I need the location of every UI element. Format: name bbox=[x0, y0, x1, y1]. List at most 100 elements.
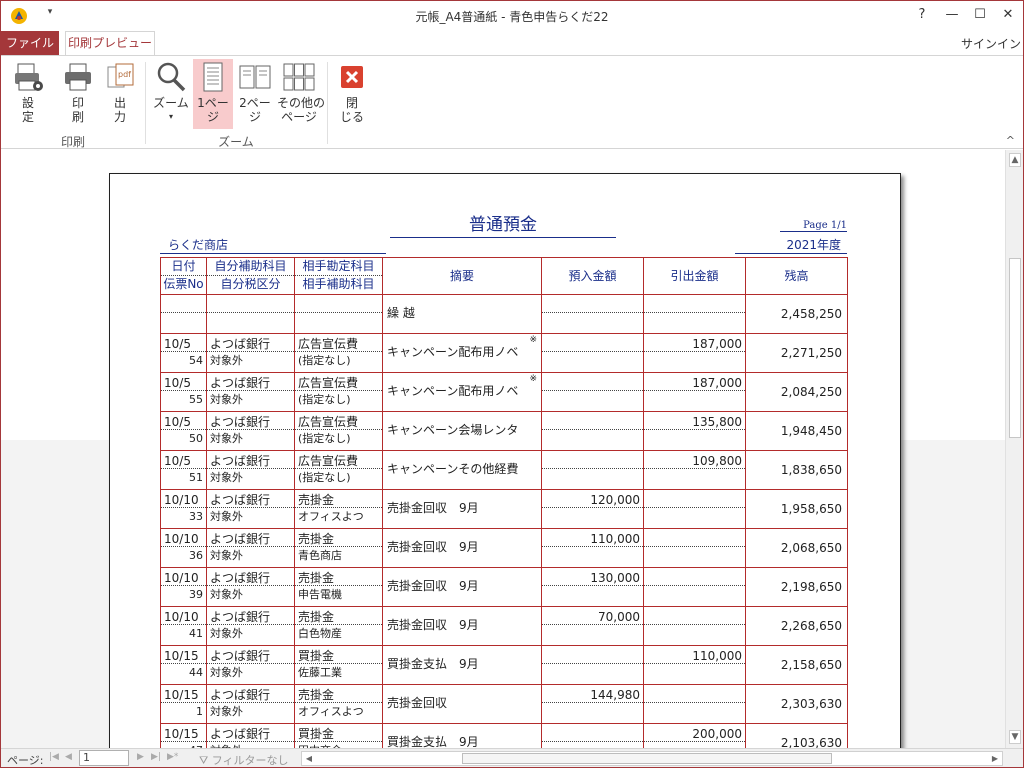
tab-file[interactable]: ファイル bbox=[1, 31, 59, 55]
row-memo-text: 売掛金回収 9月 bbox=[387, 540, 479, 554]
close-button[interactable]: ✕ bbox=[997, 5, 1019, 25]
horizontal-scroll-thumb[interactable] bbox=[462, 753, 832, 764]
cell-memo: 売掛金回収 9月 bbox=[382, 567, 542, 607]
vertical-scrollbar[interactable]: ▲ ▼ bbox=[1005, 150, 1023, 748]
minimize-button[interactable]: — bbox=[941, 5, 963, 25]
row-memo-text: キャンペーンその他経費 bbox=[387, 462, 519, 476]
first-page-button[interactable]: |◀ bbox=[49, 752, 59, 762]
ledger-table: 日付 伝票No 自分補助科目 自分税区分 相手勘定科目 相手補助科目 摘要 預入… bbox=[160, 257, 848, 748]
row-withdraw: 109,800 bbox=[644, 451, 745, 469]
other-pages-button[interactable]: その他の ページ bbox=[277, 59, 325, 129]
scroll-right-button[interactable]: ▶ bbox=[988, 752, 1002, 765]
row-date: 10/15 bbox=[161, 646, 206, 664]
row-balance: 2,103,630 bbox=[780, 736, 842, 748]
header-counter: 相手勘定科目 相手補助科目 bbox=[294, 257, 383, 295]
row-own-sub: よつば銀行 bbox=[207, 373, 294, 391]
cell-memo: キャンペーン会場レンタ bbox=[382, 411, 542, 451]
maximize-button[interactable]: ☐ bbox=[969, 5, 991, 25]
row-balance: 1,838,650 bbox=[780, 463, 842, 477]
prev-page-button[interactable]: ◀ bbox=[65, 752, 72, 762]
cell-date: 10/5 54 bbox=[160, 333, 207, 373]
cell-counter: 売掛金 白色物産 bbox=[294, 606, 383, 646]
settings-label: 設 定 bbox=[21, 96, 34, 124]
new-record-button[interactable]: ▶* bbox=[167, 752, 178, 762]
last-page-button[interactable]: ▶| bbox=[151, 752, 161, 762]
ribbon-tabs: ファイル 印刷プレビュー サインイン bbox=[1, 31, 1023, 56]
cell-own: よつば銀行対象外 bbox=[206, 567, 295, 607]
next-page-button[interactable]: ▶ bbox=[137, 752, 144, 762]
row-withdraw bbox=[644, 568, 745, 586]
row-tax: 対象外 bbox=[210, 471, 243, 484]
one-page-button[interactable]: 1ペー ジ bbox=[193, 59, 233, 129]
row-account: 広告宣伝費 bbox=[295, 451, 382, 469]
row-balance: 2,268,650 bbox=[780, 619, 842, 633]
zoom-dropdown-icon: ▾ bbox=[168, 112, 173, 121]
two-page-button[interactable]: 2ペー ジ bbox=[235, 59, 275, 129]
cell-withdraw bbox=[643, 489, 746, 529]
row-withdraw bbox=[644, 490, 745, 508]
close-preview-label: 閉 じる bbox=[339, 96, 364, 124]
table-row: 10/10 39 よつば銀行 対象外 売掛金 申告電機 売掛金回収 9月 130,000 2,1… bbox=[160, 567, 848, 607]
cell-withdraw: 110,000 bbox=[643, 645, 746, 685]
row-own-sub: よつば銀行 bbox=[207, 334, 294, 352]
scroll-left-button[interactable]: ◀ bbox=[302, 752, 316, 765]
pdf-icon: pdf bbox=[107, 63, 134, 88]
horizontal-scrollbar[interactable]: ◀ ▶ bbox=[301, 751, 1003, 766]
preview-area[interactable]: 普通預金 Page 1/1 らくだ商店 2021年度 日付 伝票No 自分補助科… bbox=[1, 150, 1005, 748]
row-own-sub: よつば銀行 bbox=[207, 646, 294, 664]
row-tax: 対象外 bbox=[210, 627, 243, 640]
cell-deposit: 120,000 bbox=[541, 489, 644, 529]
carryover-row: 繰 越 2,458,250 bbox=[160, 294, 848, 334]
tab-print-preview[interactable]: 印刷プレビュー bbox=[65, 31, 155, 56]
row-own-sub: よつば銀行 bbox=[207, 607, 294, 625]
page-number: Page 1/1 bbox=[780, 220, 847, 232]
header-balance: 残高 bbox=[745, 257, 848, 295]
zoom-button[interactable]: ズーム ▾ bbox=[151, 59, 191, 129]
row-account: 売掛金 bbox=[295, 490, 382, 508]
table-row: 10/10 33 よつば銀行 対象外 売掛金 オフィスよつ 売掛金回収 9月 120,000 1… bbox=[160, 489, 848, 529]
vertical-scroll-thumb[interactable] bbox=[1009, 258, 1021, 438]
cell-deposit: 144,980 bbox=[541, 684, 644, 724]
row-voucher-no: 51 bbox=[189, 471, 203, 484]
row-voucher-no: 44 bbox=[189, 666, 203, 679]
cell-deposit bbox=[541, 645, 644, 685]
row-own-sub: よつば銀行 bbox=[207, 724, 294, 742]
row-balance: 1,948,450 bbox=[780, 424, 842, 438]
cell-date: 10/15 1 bbox=[160, 684, 207, 724]
cell-deposit: 130,000 bbox=[541, 567, 644, 607]
row-account: 買掛金 bbox=[295, 724, 382, 742]
print-button[interactable]: 印 刷 bbox=[59, 59, 97, 129]
help-button[interactable]: ? bbox=[911, 5, 933, 25]
one-page-icon bbox=[203, 62, 223, 92]
scroll-up-button[interactable]: ▲ bbox=[1009, 153, 1021, 167]
cell-balance: 1,958,650 bbox=[745, 489, 848, 529]
collapse-ribbon-button[interactable]: ^ bbox=[1006, 134, 1015, 147]
table-row: 10/10 36 よつば銀行 対象外 売掛金 青色商店 売掛金回収 9月 110,000 2,0… bbox=[160, 528, 848, 568]
row-memo: キャンペーンその他経費 bbox=[383, 451, 541, 488]
zoom-label: ズーム bbox=[153, 96, 189, 110]
close-preview-button[interactable]: 閉 じる bbox=[333, 59, 371, 129]
company-name: らくだ商店 bbox=[160, 236, 386, 254]
pdf-label: pdf bbox=[118, 70, 131, 79]
cell-withdraw: 200,000 bbox=[643, 723, 746, 748]
settings-button[interactable]: 設 定 bbox=[7, 59, 49, 129]
cell-counter: 広告宣伝費 (指定なし) bbox=[294, 450, 383, 490]
scroll-down-button[interactable]: ▼ bbox=[1009, 730, 1021, 744]
filter-status[interactable]: ⛛ フィルターなし bbox=[199, 752, 289, 767]
row-sub-account: (指定なし) bbox=[298, 393, 351, 406]
page-number-input[interactable]: 1 bbox=[79, 750, 129, 766]
cell-counter: 売掛金 青色商店 bbox=[294, 528, 383, 568]
cell-own: よつば銀行対象外 bbox=[206, 450, 295, 490]
cell-counter: 売掛金 オフィスよつ bbox=[294, 684, 383, 724]
signin-link[interactable]: サインイン bbox=[961, 35, 1021, 52]
row-balance: 2,068,650 bbox=[780, 541, 842, 555]
cell-memo: 売掛金回収 9月 bbox=[382, 489, 542, 529]
header-counter-sub: 相手補助科目 bbox=[295, 275, 382, 293]
output-button[interactable]: pdf 出 力 bbox=[101, 59, 139, 129]
row-account: 売掛金 bbox=[295, 529, 382, 547]
row-date: 10/5 bbox=[161, 334, 206, 352]
cell-counter: 売掛金 オフィスよつ bbox=[294, 489, 383, 529]
row-voucher-no: 1 bbox=[196, 705, 203, 718]
cell-counter: 広告宣伝費 (指定なし) bbox=[294, 411, 383, 451]
ledger-title: 普通預金 bbox=[390, 210, 616, 238]
